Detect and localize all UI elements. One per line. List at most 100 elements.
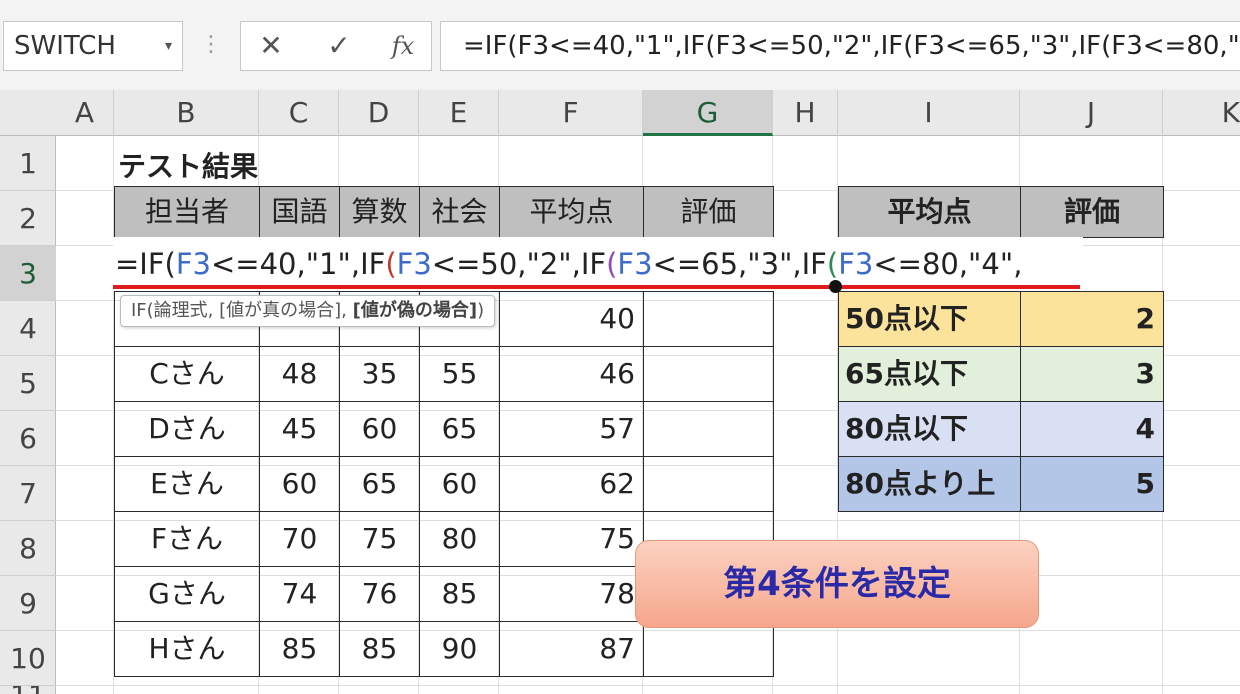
cell-shakai[interactable]: 55 (419, 346, 500, 402)
cell-eval[interactable] (643, 346, 774, 402)
formula-part: <=80,"4", (873, 247, 1023, 281)
header-shakai[interactable]: 社会 (419, 186, 500, 238)
cell-sansu[interactable]: 35 (339, 346, 420, 402)
cell-avg[interactable]: 57 (499, 401, 644, 457)
cell-kokugo[interactable]: 60 (259, 456, 340, 512)
cell-shakai[interactable]: 65 (419, 401, 500, 457)
cell-reference: F3 (396, 247, 432, 281)
cell-sansu[interactable]: 85 (339, 621, 420, 677)
formula-area: SWITCH ▾ ⋮ ✕ ✓ fx =IF(F3<=40,"1",IF(F3<=… (0, 0, 1240, 90)
row-header-2[interactable]: 2 (0, 191, 56, 246)
column-header-k[interactable]: K (1163, 90, 1240, 136)
row-header-8[interactable]: 8 (0, 521, 56, 576)
row-header-6[interactable]: 6 (0, 411, 56, 466)
cell-sansu[interactable]: 60 (339, 401, 420, 457)
column-header-a[interactable]: A (56, 90, 114, 136)
callout-banner: 第4条件を設定 (635, 540, 1039, 628)
cell-shakai[interactable]: 80 (419, 511, 500, 567)
formula-part: =IF( (115, 247, 176, 281)
header-hyouka[interactable]: 評価 (643, 186, 774, 238)
cell-avg[interactable]: 87 (499, 621, 644, 677)
formula-paren: ( (606, 247, 618, 281)
formula-paren: ( (385, 247, 397, 281)
header-tantousha[interactable]: 担当者 (114, 186, 260, 238)
lookup-label[interactable]: 80点より上 (838, 456, 1021, 512)
column-headers: A B C D E F G H I J K (0, 90, 1240, 136)
formula-input[interactable]: =IF(F3<=40,"1",IF(F3<=50,"2",IF(F3<=65,"… (440, 21, 1240, 71)
cell-sansu[interactable]: 76 (339, 566, 420, 622)
cell-g4[interactable] (643, 291, 774, 347)
column-header-b[interactable]: B (114, 90, 259, 136)
cell-eval[interactable] (643, 401, 774, 457)
cell-reference: F3 (617, 247, 653, 281)
cell-avg[interactable]: 62 (499, 456, 644, 512)
enter-icon[interactable]: ✓ (319, 22, 359, 70)
sheet-title: テスト結果 (118, 150, 259, 183)
row-header-1[interactable]: 1 (0, 136, 56, 191)
cell-avg[interactable]: 46 (499, 346, 644, 402)
lookup-label[interactable]: 65点以下 (838, 346, 1021, 402)
column-header-g[interactable]: G (643, 90, 773, 136)
lookup-value[interactable]: 5 (1020, 456, 1164, 512)
lookup-value[interactable]: 4 (1020, 401, 1164, 457)
column-header-e[interactable]: E (419, 90, 499, 136)
tooltip-close-paren: ) (477, 300, 485, 321)
cell-kokugo[interactable]: 45 (259, 401, 340, 457)
function-tooltip[interactable]: IF(論理式, [値が真の場合], [値が偽の場合]) (120, 295, 496, 327)
row-header-5[interactable]: 5 (0, 356, 56, 411)
cell-sansu[interactable]: 75 (339, 511, 420, 567)
name-box[interactable]: SWITCH ▾ (3, 21, 183, 71)
more-vertical-icon[interactable]: ⋮ (200, 30, 222, 60)
row-header-11[interactable]: 11 (0, 686, 56, 694)
row-header-3[interactable]: 3 (0, 246, 56, 301)
row-header-7[interactable]: 7 (0, 466, 56, 521)
column-header-h[interactable]: H (773, 90, 838, 136)
header-heikinten[interactable]: 平均点 (499, 186, 644, 238)
formula-part: <=50,"2",IF (431, 247, 607, 281)
formula-part: <=65,"3",IF (652, 247, 827, 281)
cell-kokugo[interactable]: 48 (259, 346, 340, 402)
cell-formula-editor[interactable]: =IF(F3<=40,"1",IF(F3<=50,"2",IF(F3<=65,"… (113, 237, 1083, 291)
formula-buttons: ✕ ✓ fx (240, 21, 432, 71)
cell-eval[interactable] (643, 456, 774, 512)
column-header-i[interactable]: I (838, 90, 1020, 136)
cell-avg[interactable]: 78 (499, 566, 644, 622)
cell-avg[interactable]: 75 (499, 511, 644, 567)
cell-name[interactable]: Dさん (114, 401, 260, 457)
row-header-9[interactable]: 9 (0, 576, 56, 631)
insert-function-icon[interactable]: fx (383, 22, 423, 70)
cell-name[interactable]: Fさん (114, 511, 260, 567)
tooltip-signature: IF(論理式, [値が真の場合], (131, 300, 353, 321)
lookup-label[interactable]: 80点以下 (838, 401, 1021, 457)
column-header-d[interactable]: D (339, 90, 419, 136)
cell-name[interactable]: Hさん (114, 621, 260, 677)
cell-kokugo[interactable]: 70 (259, 511, 340, 567)
cell-name[interactable]: Gさん (114, 566, 260, 622)
cell-name[interactable]: Eさん (114, 456, 260, 512)
cell-kokugo[interactable]: 85 (259, 621, 340, 677)
header-kokugo[interactable]: 国語 (259, 186, 340, 238)
cancel-icon[interactable]: ✕ (251, 22, 291, 70)
cell-shakai[interactable]: 85 (419, 566, 500, 622)
row-header-10[interactable]: 10 (0, 631, 56, 686)
column-header-f[interactable]: F (499, 90, 643, 136)
row-header-4[interactable]: 4 (0, 301, 56, 356)
name-box-value: SWITCH (14, 31, 116, 61)
lookup-header-eval[interactable]: 評価 (1020, 186, 1164, 238)
chevron-down-icon[interactable]: ▾ (165, 22, 172, 70)
cell-shakai[interactable]: 60 (419, 456, 500, 512)
lookup-value[interactable]: 3 (1020, 346, 1164, 402)
row-headers: 1 2 3 4 5 6 7 8 9 10 11 (0, 136, 56, 694)
column-header-c[interactable]: C (259, 90, 339, 136)
cell-shakai[interactable]: 90 (419, 621, 500, 677)
lookup-header-avg[interactable]: 平均点 (838, 186, 1021, 238)
cell-name[interactable]: Cさん (114, 346, 260, 402)
cell-f4[interactable]: 40 (499, 291, 644, 347)
cell-kokugo[interactable]: 74 (259, 566, 340, 622)
cell-sansu[interactable]: 65 (339, 456, 420, 512)
lookup-label[interactable]: 50点以下 (838, 291, 1021, 347)
header-sansu[interactable]: 算数 (339, 186, 420, 238)
cell-eval[interactable] (643, 621, 774, 677)
column-header-j[interactable]: J (1020, 90, 1163, 136)
lookup-value[interactable]: 2 (1020, 291, 1164, 347)
